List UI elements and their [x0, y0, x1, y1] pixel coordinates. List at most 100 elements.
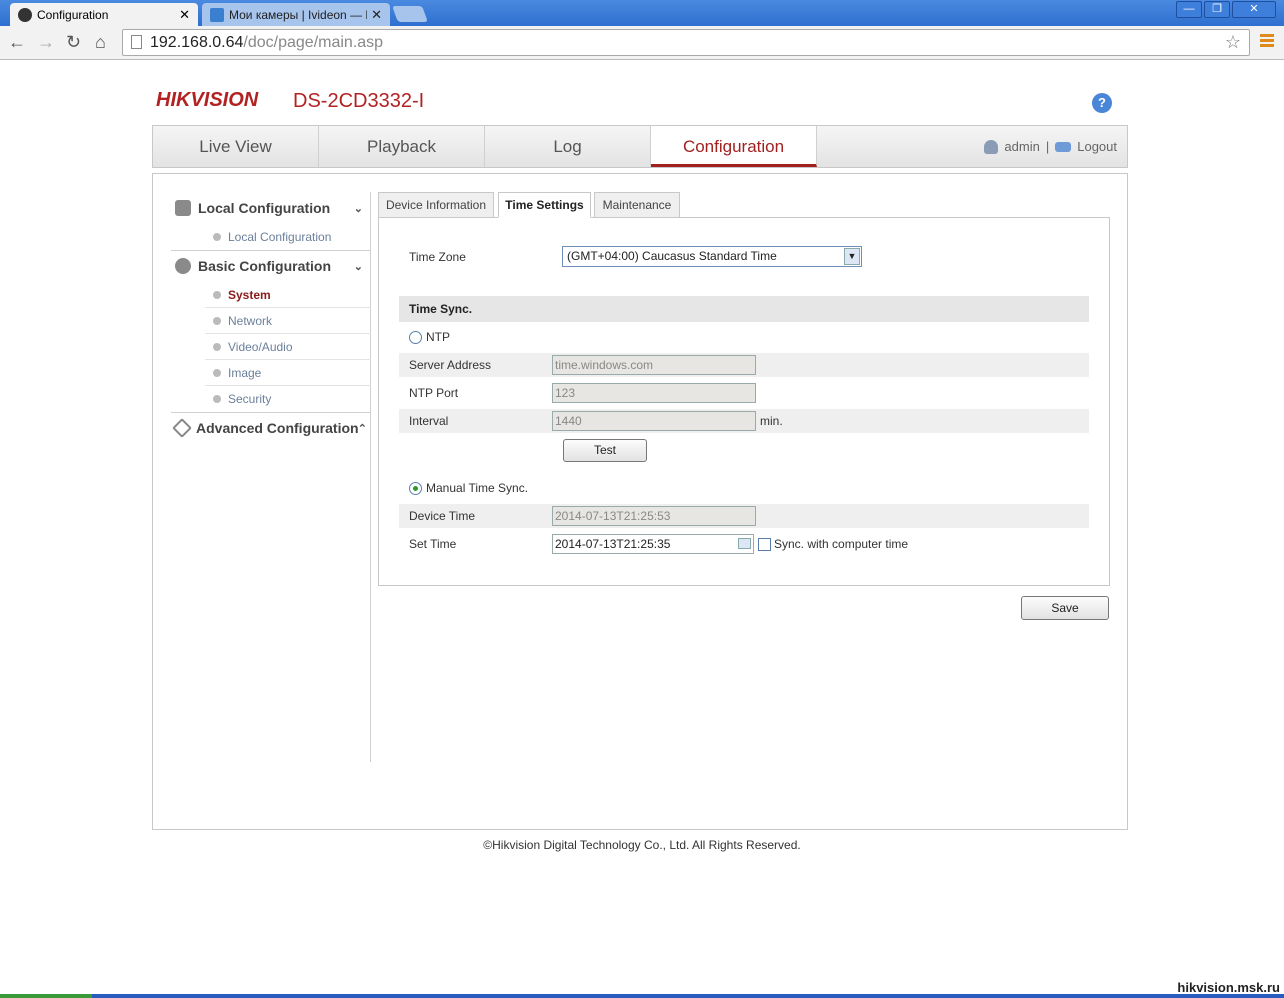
- main-nav: Live View Playback Log Configuration adm…: [152, 125, 1128, 168]
- sidebar-item-network[interactable]: Network: [205, 308, 371, 334]
- start-button[interactable]: [0, 994, 92, 998]
- forward-arrow-icon[interactable]: →: [37, 32, 55, 53]
- chevron-up-icon: ⌃: [357, 422, 367, 435]
- help-icon[interactable]: ?: [1092, 93, 1112, 113]
- user-icon: [984, 139, 999, 154]
- ntp-port-row: NTP Port 123: [399, 381, 1089, 405]
- timezone-select[interactable]: (GMT+04:00) Caucasus Standard Time ▼: [562, 246, 862, 267]
- manual-sync-radio[interactable]: [409, 481, 422, 495]
- nav-log[interactable]: Log: [485, 126, 651, 167]
- nav-playback[interactable]: Playback: [319, 126, 485, 167]
- bullet-icon: [213, 342, 221, 351]
- nav-configuration[interactable]: Configuration: [651, 126, 817, 167]
- sidebar-section-advanced[interactable]: Advanced Configuration ⌃: [171, 415, 371, 441]
- sync-computer-label: Sync. with computer time: [774, 537, 909, 551]
- close-window-button[interactable]: ✕: [1232, 1, 1276, 18]
- sync-computer-option[interactable]: Sync. with computer time: [758, 537, 908, 551]
- test-button[interactable]: Test: [563, 439, 647, 462]
- window-controls: — ❐ ✕: [1176, 1, 1276, 18]
- tab-maintenance[interactable]: Maintenance: [594, 192, 680, 218]
- server-address-input[interactable]: time.windows.com: [552, 355, 756, 375]
- manual-radio-row: Manual Time Sync.: [399, 476, 1089, 500]
- new-tab-button[interactable]: [392, 6, 428, 22]
- browser-titlebar: Configuration ✕ Мои камеры | Ivideon — В…: [0, 0, 1284, 26]
- sidebar-item-security[interactable]: Security: [205, 386, 371, 412]
- browser-tab-configuration[interactable]: Configuration ✕: [10, 3, 198, 26]
- username: admin: [1004, 139, 1040, 154]
- home-icon[interactable]: ⌂: [95, 32, 106, 53]
- ntp-label: NTP: [426, 330, 450, 344]
- ntp-radio-row: NTP: [399, 325, 1089, 349]
- restore-button[interactable]: ❐: [1204, 1, 1230, 18]
- address-bar[interactable]: 192.168.0.64/doc/page/main.asp ☆: [122, 29, 1250, 56]
- user-separator: |: [1045, 139, 1050, 154]
- timezone-value: (GMT+04:00) Caucasus Standard Time: [567, 249, 777, 263]
- logout-icon[interactable]: [1055, 141, 1072, 152]
- user-box: admin | Logout: [984, 139, 1117, 154]
- sidebar-item-label: Video/Audio: [228, 339, 293, 354]
- calendar-icon[interactable]: [738, 538, 751, 549]
- bullet-icon: [213, 368, 221, 377]
- manual-sync-option[interactable]: Manual Time Sync.: [399, 481, 528, 495]
- url-path: /doc/page/main.asp: [243, 34, 384, 51]
- logout-link[interactable]: Logout: [1077, 139, 1117, 154]
- tab-device-information[interactable]: Device Information: [378, 192, 494, 218]
- url-text: 192.168.0.64/doc/page/main.asp: [150, 34, 383, 52]
- sidebar-item-local-configuration[interactable]: Local Configuration: [205, 224, 371, 250]
- server-address-row: Server Address time.windows.com: [399, 353, 1089, 377]
- sidebar-item-label: Security: [228, 392, 272, 406]
- section-title: Advanced Configuration: [196, 420, 359, 436]
- chevron-down-icon: ⌄: [353, 260, 363, 273]
- browser-tab-ivideon[interactable]: Мои камеры | Ivideon — Ви ✕: [202, 3, 390, 26]
- sidebar-section-basic[interactable]: Basic Configuration ⌄: [171, 253, 371, 279]
- time-settings-form: Time Zone (GMT+04:00) Caucasus Standard …: [378, 217, 1110, 586]
- ntp-option[interactable]: NTP: [399, 330, 450, 344]
- interval-input[interactable]: 1440: [552, 411, 756, 431]
- chevron-down-icon: ⌄: [353, 202, 363, 215]
- sidebar-section-local[interactable]: Local Configuration ⌄: [171, 195, 371, 221]
- minimize-button[interactable]: —: [1176, 1, 1202, 18]
- manual-sync-label: Manual Time Sync.: [426, 481, 529, 495]
- config-sidebar: Local Configuration ⌄ Local Configuratio…: [171, 192, 371, 762]
- ntp-port-input[interactable]: 123: [552, 383, 756, 403]
- tab-time-settings[interactable]: Time Settings: [498, 192, 591, 218]
- interval-unit: min.: [760, 414, 783, 428]
- device-time-label: Device Time: [409, 509, 476, 523]
- sidebar-item-label: System: [228, 287, 271, 302]
- ntp-radio[interactable]: [409, 330, 422, 344]
- tab-title: Мои камеры | Ivideon — Ви: [229, 7, 368, 22]
- section-title: Basic Configuration: [198, 258, 332, 274]
- interval-row: Interval 1440 min.: [399, 409, 1089, 433]
- sidebar-item-system[interactable]: System: [205, 282, 371, 308]
- save-button[interactable]: Save: [1021, 596, 1109, 620]
- section-title: Local Configuration: [198, 200, 331, 216]
- ntp-port-label: NTP Port: [409, 386, 459, 400]
- sidebar-item-label: Network: [228, 313, 273, 328]
- set-time-row: Set Time 2014-07-13T21:25:35 Sync. with …: [399, 532, 1089, 556]
- reload-icon[interactable]: ↻: [66, 32, 81, 53]
- interval-label: Interval: [409, 414, 449, 428]
- sync-computer-checkbox[interactable]: [758, 537, 771, 551]
- bullet-icon: [213, 290, 221, 299]
- back-arrow-icon[interactable]: ←: [8, 32, 26, 53]
- device-time-row: Device Time 2014-07-13T21:25:53: [399, 504, 1089, 528]
- server-address-label: Server Address: [409, 358, 492, 372]
- set-time-input[interactable]: 2014-07-13T21:25:35: [552, 534, 754, 554]
- tab-close-icon[interactable]: ✕: [371, 7, 382, 23]
- device-model: DS-2CD3332-I: [293, 90, 425, 112]
- monitor-icon: [175, 200, 191, 216]
- nav-live-view[interactable]: Live View: [153, 126, 319, 167]
- page-icon: [131, 35, 142, 49]
- bookmark-star-icon[interactable]: ☆: [1225, 32, 1241, 53]
- sidebar-item-video-audio[interactable]: Video/Audio: [205, 334, 371, 360]
- divider: [171, 250, 371, 251]
- sidebar-item-label: Image: [228, 365, 262, 380]
- browser-menu-icon[interactable]: [1260, 34, 1274, 49]
- sidebar-item-image[interactable]: Image: [205, 360, 371, 386]
- bullet-icon: [213, 233, 221, 241]
- url-host: 192.168.0.64: [150, 34, 244, 51]
- tab-close-icon[interactable]: ✕: [179, 7, 190, 23]
- watermark: hikvision.msk.ru: [1177, 980, 1280, 995]
- timezone-label: Time Zone: [409, 250, 466, 264]
- tab-title: Configuration: [37, 7, 109, 22]
